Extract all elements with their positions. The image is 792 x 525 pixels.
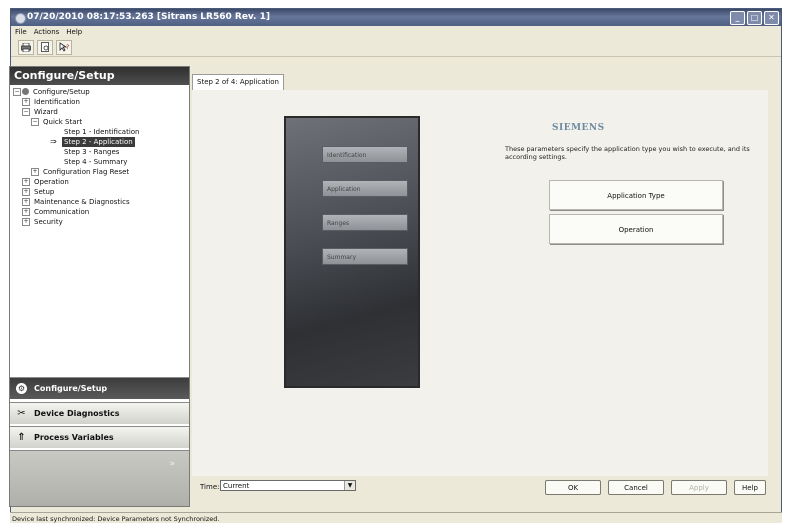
nav-configure-setup-label: Configure/Setup [34, 384, 108, 393]
help-pointer-icon[interactable]: ? [56, 39, 72, 55]
window-title: 07/20/2010 08:17:53.263 [Sitrans LR560 R… [27, 12, 270, 22]
tab-strip: Step 2 of 4: Application [192, 72, 768, 91]
nav-configure-setup[interactable]: ⚙ Configure/Setup [10, 377, 189, 399]
tree-item-label: Identification [34, 98, 80, 106]
wrench-icon: ✂ [17, 408, 26, 419]
maximize-button[interactable]: □ [747, 11, 762, 25]
tree-item[interactable]: + Operation [10, 177, 189, 187]
tree-item[interactable]: Step 4 - Summary [10, 157, 189, 167]
expand-icon[interactable]: + [22, 208, 30, 216]
expand-icon[interactable]: + [22, 188, 30, 196]
print-preview-icon[interactable] [37, 39, 53, 55]
expand-icon[interactable]: + [22, 178, 30, 186]
menu-file[interactable]: File [15, 28, 27, 36]
tree-item[interactable]: ⇒ Step 2 - Application [10, 137, 189, 147]
tree-item[interactable]: + Configuration Flag Reset [10, 167, 189, 177]
close-button[interactable]: ✕ [764, 11, 779, 25]
wizard-step-summary: Summary [322, 248, 408, 265]
tree-item-label: Step 3 - Ranges [64, 148, 120, 156]
apply-button[interactable]: Apply [671, 480, 727, 495]
toolbar: ? [11, 38, 781, 57]
tree-item[interactable]: − Configure/Setup [10, 87, 189, 97]
tree-item-label: Step 2 - Application [62, 137, 135, 147]
application-type-button[interactable]: Application Type [549, 180, 723, 210]
time-select-value: Current [223, 482, 250, 490]
menu-actions[interactable]: Actions [34, 28, 60, 36]
status-bar: Device last synchronized: Device Paramet… [10, 512, 782, 523]
left-navigation-panel: Configure/Setup − Configure/Setup + Identif… [9, 66, 190, 507]
configure-setup-icon: ⚙ [16, 383, 27, 394]
window-controls: _ □ ✕ [730, 11, 779, 25]
time-label: Time: [200, 483, 220, 491]
tree-item-label: Maintenance & Diagnostics [34, 198, 130, 206]
printer-icon[interactable] [18, 39, 34, 55]
wizard-step-ranges: Ranges [322, 214, 408, 231]
expand-icon[interactable]: + [22, 98, 30, 106]
wizard-step-identification: Identification [322, 146, 408, 163]
chevron-down-icon[interactable]: ▼ [344, 481, 355, 490]
tree-item-label: Configure/Setup [33, 88, 90, 96]
device-icon [22, 88, 29, 95]
wizard-content: Identification Application Ranges Summar… [192, 90, 768, 476]
tree-item[interactable]: + Maintenance & Diagnostics [10, 197, 189, 207]
tree-item-label: Setup [34, 188, 55, 196]
selected-arrow-icon: ⇒ [50, 137, 57, 146]
tree-item-label: Configuration Flag Reset [43, 168, 130, 176]
tree-item[interactable]: + Setup [10, 187, 189, 197]
menu-help[interactable]: Help [66, 28, 82, 36]
cancel-button[interactable]: Cancel [608, 480, 664, 495]
nav-process-variables[interactable]: ⇑ Process Variables [10, 426, 189, 448]
tree-item-label: Quick Start [43, 118, 83, 126]
left-panel-header: Configure/Setup [10, 67, 189, 85]
tree-item-label: Communication [34, 208, 90, 216]
menu-bar: File Actions Help [11, 26, 781, 38]
sync-status: Device last synchronized: Device Paramet… [12, 515, 220, 523]
tree-item[interactable]: + Communication [10, 207, 189, 217]
tree-item[interactable]: + Security [10, 217, 189, 227]
nav-device-diagnostics-label: Device Diagnostics [34, 409, 120, 418]
svg-text:?: ? [66, 44, 69, 51]
bottom-bar: Time: Current ▼ OK Cancel Apply Help [192, 476, 768, 503]
time-select[interactable]: Current ▼ [220, 480, 356, 491]
nav-process-variables-label: Process Variables [34, 433, 114, 442]
tree-item-label: Step 1 - Identification [64, 128, 140, 136]
tree-item-label: Step 4 - Summary [64, 158, 128, 166]
collapse-icon[interactable]: − [31, 118, 39, 126]
expand-icon[interactable]: + [22, 198, 30, 206]
tree-item-label: Operation [34, 178, 69, 186]
tab-step-2-application[interactable]: Step 2 of 4: Application [192, 74, 284, 90]
help-button[interactable]: Help [734, 480, 766, 495]
expand-icon[interactable]: + [22, 218, 30, 226]
operation-button[interactable]: Operation [549, 214, 723, 244]
title-bar[interactable]: 07/20/2010 08:17:53.263 [Sitrans LR560 R… [11, 9, 781, 26]
process-variables-icon: ⇑ [17, 432, 26, 443]
parameter-tree: − Configure/Setup + Identification − Wizard − Q… [10, 85, 189, 227]
tree-item-label: Wizard [34, 108, 58, 116]
app-icon [15, 13, 26, 24]
minimize-button[interactable]: _ [730, 11, 745, 25]
tree-item[interactable]: Step 1 - Identification [10, 127, 189, 137]
ok-button[interactable]: OK [545, 480, 601, 495]
tree-item[interactable]: Step 3 - Ranges [10, 147, 189, 157]
expand-arrow-icon[interactable]: » [169, 459, 175, 469]
expand-icon[interactable]: + [31, 168, 39, 176]
collapse-icon[interactable]: − [22, 108, 30, 116]
step-description: These parameters specify the application… [505, 145, 750, 161]
nav-device-diagnostics[interactable]: ✂ Device Diagnostics [10, 402, 189, 424]
tree-item[interactable]: − Quick Start [10, 117, 189, 127]
nav-footer: » [10, 450, 189, 506]
tree-item[interactable]: + Identification [10, 97, 189, 107]
collapse-icon[interactable]: − [13, 88, 21, 96]
siemens-logo: SIEMENS [552, 123, 605, 133]
tree-item-label: Security [34, 218, 63, 226]
wizard-step-image: Identification Application Ranges Summar… [284, 116, 420, 388]
tree-item[interactable]: − Wizard [10, 107, 189, 117]
wizard-step-application: Application [322, 180, 408, 197]
